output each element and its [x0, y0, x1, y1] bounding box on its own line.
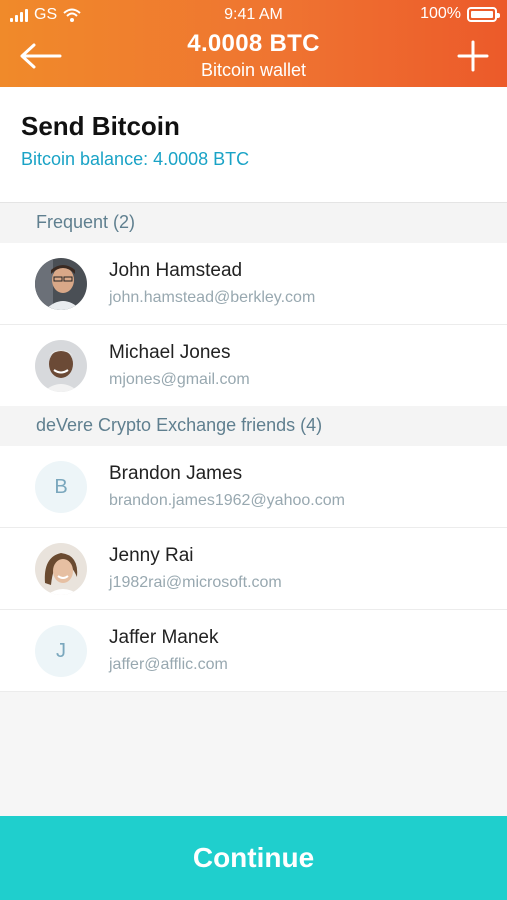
app-header: GS 9:41 AM 100% 4.0008 BTC Bitcoin walle…	[0, 0, 507, 87]
contact-name: John Hamstead	[109, 260, 243, 281]
status-right: 100%	[420, 5, 500, 23]
continue-button[interactable]: Continue	[0, 816, 507, 900]
contact-email: j1982rai@microsoft.com	[109, 574, 282, 591]
battery-icon	[467, 6, 500, 22]
wallet-subtitle: Bitcoin wallet	[200, 60, 307, 80]
contact-name: Jenny Rai	[109, 545, 194, 566]
contact-row[interactable]: John Hamstead john.hamstead@berkley.com	[0, 243, 507, 325]
send-title: Send Bitcoin	[21, 111, 180, 141]
avatar-initial: J	[35, 625, 87, 677]
avatar	[35, 258, 87, 310]
battery-percent: 100%	[420, 5, 461, 22]
contact-row[interactable]: B Brandon James brandon.james1962@yahoo.…	[0, 446, 507, 528]
contact-name: Jaffer Manek	[109, 627, 219, 648]
avatar-initial: B	[35, 461, 87, 513]
section-header-friends: deVere Crypto Exchange friends (4)	[0, 406, 507, 446]
contact-email: john.hamstead@berkley.com	[109, 289, 316, 306]
wallet-balance-title: 4.0008 BTC	[187, 30, 320, 57]
avatar	[35, 340, 87, 392]
contact-name: Michael Jones	[109, 342, 231, 363]
contact-email: jaffer@afflic.com	[109, 656, 228, 673]
status-bar: GS 9:41 AM 100%	[0, 0, 507, 30]
bitcoin-balance: Bitcoin balance: 4.0008 BTC	[21, 149, 250, 169]
contact-row[interactable]: J Jaffer Manek jaffer@afflic.com	[0, 610, 507, 692]
contact-email: mjones@gmail.com	[109, 371, 250, 388]
send-panel: Send Bitcoin Bitcoin balance: 4.0008 BTC	[0, 87, 507, 203]
contact-row[interactable]: Michael Jones mjones@gmail.com	[0, 325, 507, 407]
contact-name: Brandon James	[109, 463, 243, 484]
section-header-frequent: Frequent (2)	[0, 203, 507, 243]
contact-email: brandon.james1962@yahoo.com	[109, 492, 345, 509]
avatar	[35, 543, 87, 595]
add-button[interactable]	[453, 36, 493, 76]
plus-icon	[457, 40, 489, 72]
contact-row[interactable]: Jenny Rai j1982rai@microsoft.com	[0, 528, 507, 610]
